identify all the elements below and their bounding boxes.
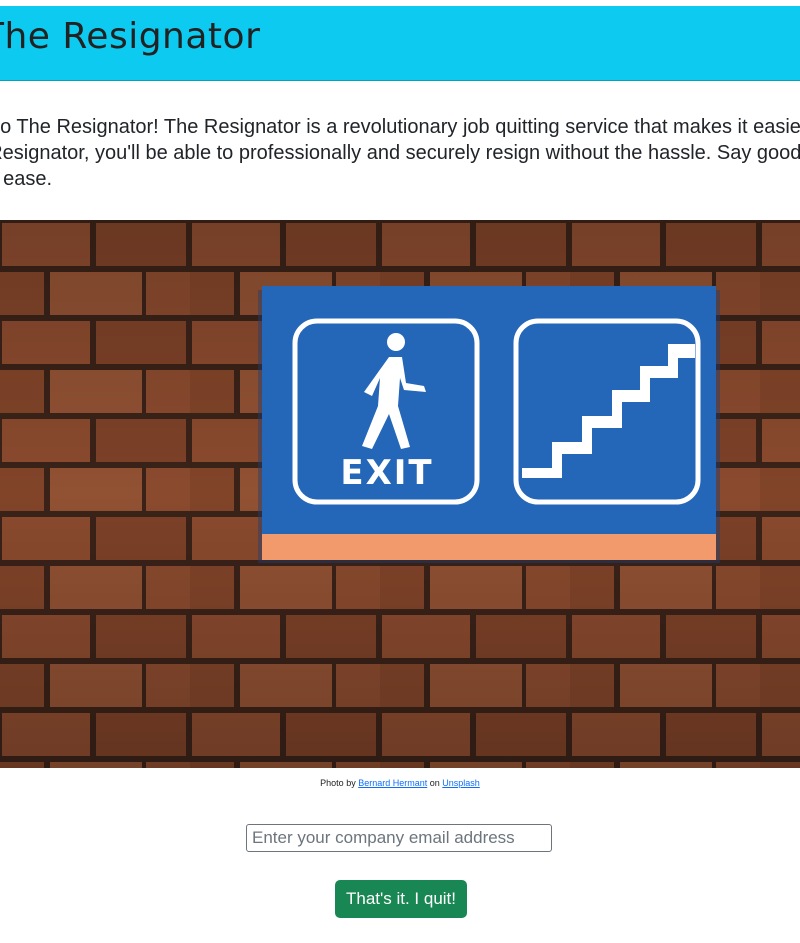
exit-sign: EXIT [258,286,720,563]
site-header: The Resignator [0,6,800,81]
exit-sign-photo: EXIT [0,220,800,768]
intro-line-3: with ease. [0,168,53,190]
unsplash-link[interactable]: Unsplash [442,778,480,788]
intro-line-2: With The Resignator, you'll be able to p… [0,142,800,164]
credit-prefix: Photo by [320,778,356,788]
photo-credit: Photo by Bernard Hermant on Unsplash [0,778,800,788]
exit-sign-label: EXIT [340,453,433,493]
page-title: The Resignator [0,16,261,57]
company-email-input[interactable] [246,824,552,852]
photographer-link[interactable]: Bernard Hermant [358,778,427,788]
credit-middle: on [429,778,440,788]
intro-line-1: Welcome to The Resignator! The Resignato… [0,116,800,138]
quit-button[interactable]: That's it. I quit! [335,880,467,918]
intro-text: Welcome to The Resignator! The Resignato… [0,114,800,194]
